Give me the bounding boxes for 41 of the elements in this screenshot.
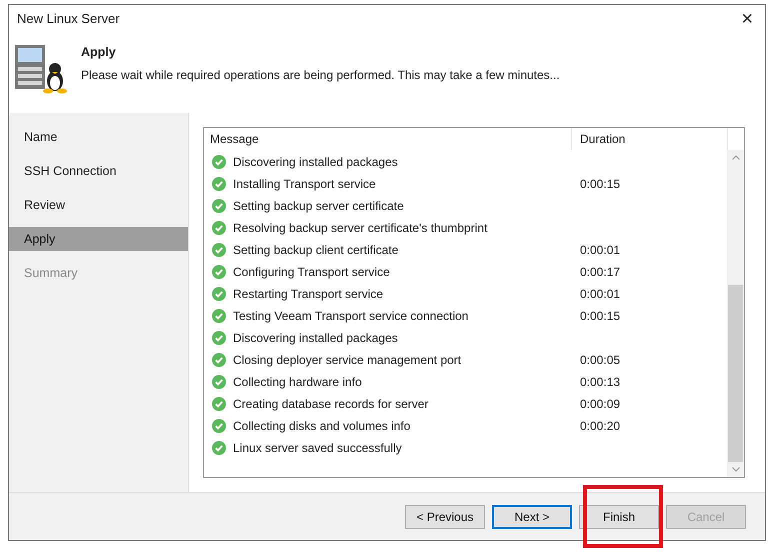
message-cell-text: Discovering installed packages: [233, 330, 398, 347]
vertical-scrollbar[interactable]: [727, 150, 744, 477]
wizard-step[interactable]: Apply: [9, 227, 188, 251]
wizard-step[interactable]: SSH Connection: [9, 159, 188, 183]
step-title: Apply: [81, 44, 117, 61]
wizard-step[interactable]: Review: [9, 193, 188, 217]
duration-cell-text: 0:00:01: [579, 242, 622, 259]
duration-cell-text: 0:00:15: [579, 308, 622, 325]
message-cell-text: Closing deployer service management port: [233, 352, 462, 369]
message-cell-text: Installing Transport service: [233, 176, 376, 193]
message-cell-text: Collecting hardware info: [233, 374, 362, 391]
duration-cell-text: 0:00:15: [579, 176, 622, 193]
message-cell-text: Creating database records for server: [233, 396, 428, 413]
window-title: New Linux Server: [17, 10, 120, 28]
duration-cell-text: 0:00:05: [579, 352, 622, 369]
scroll-down-icon[interactable]: [732, 467, 740, 472]
column-header[interactable]: Duration: [572, 128, 728, 150]
wizard-button[interactable]: < Previous: [405, 504, 485, 528]
message-cell-text: Setting backup client certificate: [233, 242, 398, 259]
duration-cell-text: 0:00:09: [579, 396, 622, 413]
scroll-up-icon[interactable]: [732, 155, 740, 160]
linux-server-icon: [15, 43, 69, 95]
message-cell-text: Configuring Transport service: [233, 264, 390, 281]
message-cell-text: Setting backup server certificate: [233, 198, 404, 215]
message-cell-text: Restarting Transport service: [233, 286, 384, 303]
message-cell-text: Discovering installed packages: [233, 154, 398, 171]
step-description: Please wait while required operations are being performed. This may take a few minutes...: [81, 66, 560, 84]
message-cell-text: Collecting disks and volumes info: [233, 418, 410, 435]
message-cell-text: Linux server saved successfully: [233, 440, 402, 457]
wizard-step[interactable]: Name: [9, 125, 188, 149]
wizard-button[interactable]: Finish: [579, 504, 659, 528]
close-button[interactable]: ×: [737, 9, 757, 29]
duration-cell-text: 0:00:13: [579, 374, 622, 391]
wizard-button[interactable]: Next >: [492, 504, 572, 528]
duration-cell-text: 0:00:20: [579, 418, 622, 435]
message-cell-text: Testing Veeam Transport service connection: [233, 308, 468, 325]
duration-cell-text: 0:00:01: [579, 286, 622, 303]
scrollbar-thumb[interactable]: [728, 285, 743, 462]
duration-cell-text: 0:00:17: [579, 264, 622, 281]
message-cell-text: Resolving backup server certificate's thumbprint: [233, 220, 488, 237]
column-header[interactable]: Message: [204, 128, 572, 150]
